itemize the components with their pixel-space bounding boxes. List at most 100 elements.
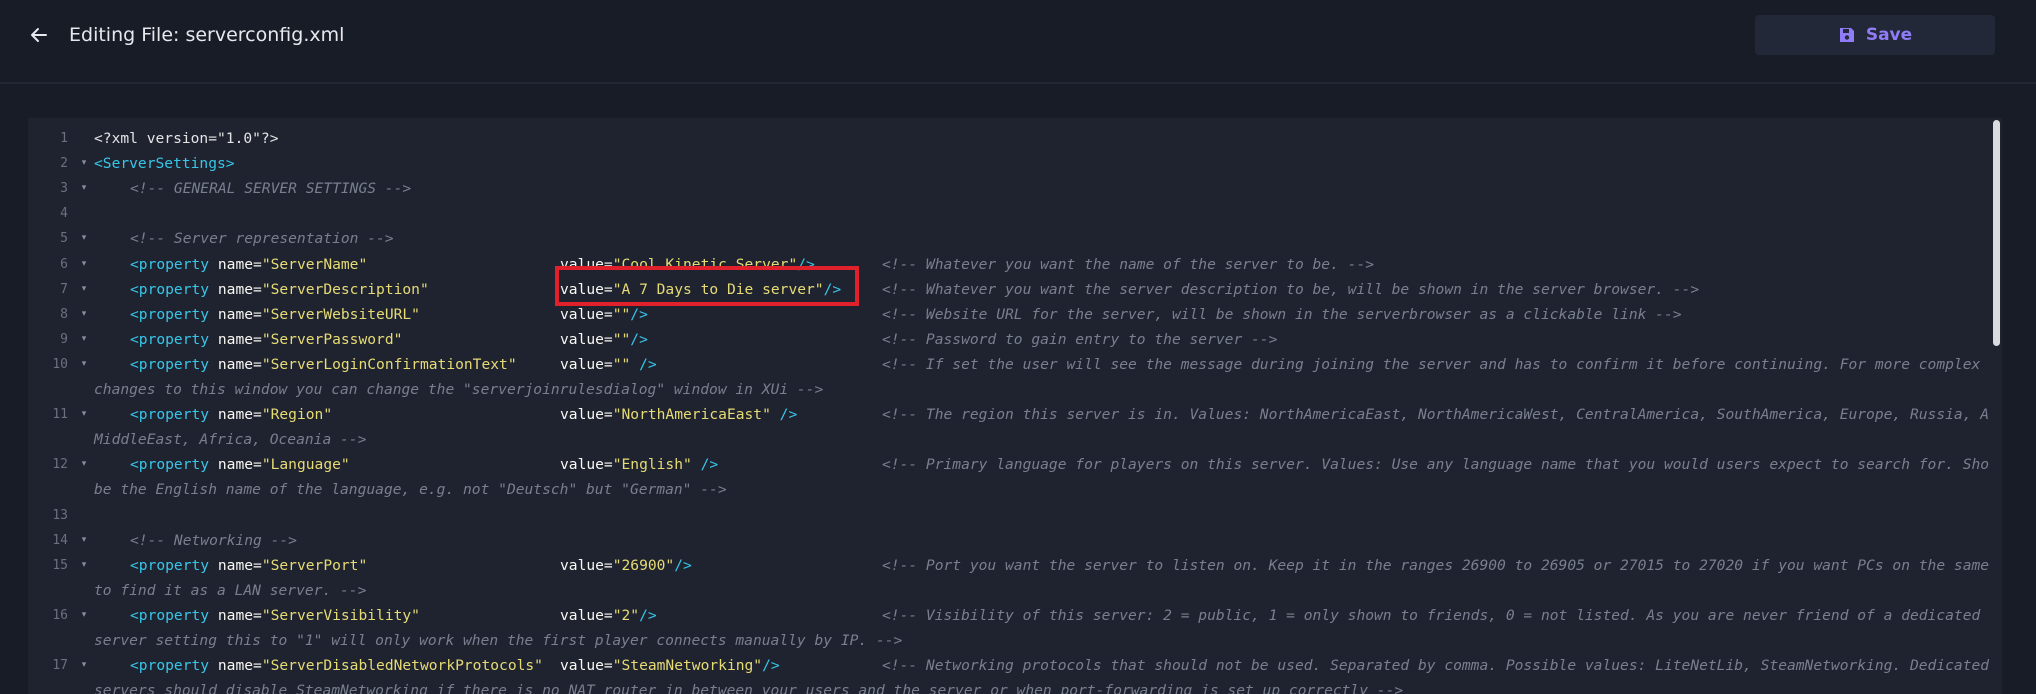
arrow-left-icon	[31, 28, 47, 42]
code-line[interactable]: <!-- Whatever you want the name of the s…	[882, 252, 1374, 277]
line-number: 16	[52, 607, 68, 623]
code-line[interactable]: value="NorthAmericaEast" />	[560, 402, 797, 427]
fold-toggle-icon[interactable]: ▾	[78, 302, 90, 327]
xml-comment: <!-- Networking -->	[130, 531, 297, 549]
xml-attribute-value: "ServerPort"	[261, 556, 368, 574]
xml-comment: <!-- Whatever you want the server descri…	[882, 280, 1700, 298]
xml-comment: <!-- Server representation -->	[130, 230, 394, 248]
xml-comment: <!-- The region this server is in. Value…	[882, 406, 2002, 424]
code-line[interactable]: <!-- Visibility of this server: 2 = publ…	[882, 603, 1980, 628]
code-line[interactable]: value="2"/>	[560, 603, 657, 628]
fold-toggle-icon[interactable]: ▾	[78, 553, 90, 578]
code-line[interactable]: <property name="ServerDescription"	[130, 277, 429, 302]
fold-toggle-icon[interactable]: ▾	[78, 277, 90, 302]
code-content[interactable]: <?xml version="1.0"?> <ServerSettings> <!-…	[94, 118, 2002, 694]
scrollbar-thumb[interactable]	[1993, 120, 2000, 346]
xml-comment: <!-- Visibility of this server: 2 = publ…	[882, 606, 1981, 624]
code-line[interactable]: <!-- Password to gain entry to the serve…	[882, 327, 1277, 352]
xml-tag-close: />	[691, 456, 719, 474]
page-title: Editing File: serverconfig.xml	[69, 24, 345, 46]
code-line[interactable]: value="26900"/>	[560, 553, 692, 578]
fold-toggle-icon[interactable]: ▾	[78, 327, 90, 352]
code-line[interactable]: <property name="ServerName"	[130, 252, 367, 277]
xml-attribute-value: ""	[612, 330, 631, 348]
vertical-scrollbar[interactable]	[1990, 118, 2002, 694]
xml-tag-close: />	[630, 355, 657, 373]
xml-attribute-value: "ServerWebsiteURL"	[261, 305, 420, 323]
code-line[interactable]: servers should disable SteamNetworking i…	[94, 678, 1403, 694]
line-number: 4	[60, 206, 68, 222]
xml-comment: <!-- Port you want the server to listen …	[882, 556, 2002, 574]
code-line[interactable]: value=""/>	[560, 327, 648, 352]
code-line[interactable]: <property name="ServerWebsiteURL"	[130, 302, 420, 327]
code-line[interactable]: value="" />	[560, 352, 657, 377]
xml-attribute-value: "ServerName"	[261, 255, 368, 273]
fold-toggle-icon[interactable]: ▾	[78, 252, 90, 277]
code-line[interactable]: to find it as a LAN server. -->	[94, 578, 366, 603]
line-number: 13	[52, 507, 68, 523]
xml-tag-close: />	[630, 305, 648, 323]
fold-toggle-icon[interactable]: ▾	[78, 151, 90, 176]
code-line[interactable]: value="SteamNetworking"/>	[560, 653, 780, 678]
fold-toggle-icon[interactable]: ▾	[78, 402, 90, 427]
xml-attribute-value: "ServerDisabledNetworkProtocols"	[261, 657, 543, 675]
code-line[interactable]: <property name="ServerVisibility"	[130, 603, 420, 628]
code-line[interactable]: be the English name of the language, e.g…	[94, 477, 727, 502]
fold-toggle-icon[interactable]: ▾	[78, 653, 90, 678]
fold-toggle-icon[interactable]: ▾	[78, 176, 90, 201]
line-number: 6	[60, 256, 68, 272]
code-line[interactable]: <property name="Region"	[130, 402, 332, 427]
xml-attribute-value: "2"	[612, 606, 640, 624]
code-line[interactable]: value="English" />	[560, 452, 718, 477]
xml-attribute: name=	[217, 456, 262, 474]
code-line[interactable]: <property name="ServerLoginConfirmationT…	[130, 352, 517, 377]
xml-tag-close: />	[639, 606, 657, 624]
fold-toggle-icon[interactable]: ▾	[78, 603, 90, 628]
code-line[interactable]: <property name="Language"	[130, 452, 350, 477]
code-line[interactable]: <property name="ServerPassword"	[130, 327, 402, 352]
code-line[interactable]: <!-- Whatever you want the server descri…	[882, 277, 1699, 302]
xml-attribute-value: "SteamNetworking"	[612, 657, 763, 675]
xml-comment: <!-- Primary language for players on thi…	[882, 456, 2002, 474]
xml-tag: <ServerSettings>	[94, 155, 235, 173]
code-line[interactable]: <?xml version="1.0"?>	[94, 126, 279, 151]
code-line[interactable]: <!-- Primary language for players on thi…	[882, 452, 2002, 477]
code-line[interactable]: <!-- Networking protocols that should no…	[882, 653, 1989, 678]
code-line[interactable]: changes to this window you can change th…	[94, 377, 823, 402]
save-button-label: Save	[1865, 25, 1913, 45]
code-line[interactable]: <!-- The region this server is in. Value…	[882, 402, 2002, 427]
code-line[interactable]: <property name="ServerPort"	[130, 553, 367, 578]
fold-toggle-icon[interactable]: ▾	[78, 352, 90, 377]
xml-comment-wrapped: MiddleEast, Africa, Oceania -->	[94, 431, 367, 449]
xml-attribute: name=	[217, 305, 262, 323]
xml-attribute: name=	[217, 556, 262, 574]
xml-attribute-value: "English"	[612, 456, 692, 474]
xml-attribute: value=	[560, 406, 613, 424]
code-line[interactable]: <!-- If set the user will see the messag…	[882, 352, 1980, 377]
line-number: 1	[60, 131, 68, 146]
fold-toggle-icon[interactable]: ▾	[78, 452, 90, 477]
back-button[interactable]	[24, 20, 54, 50]
xml-tag-close: />	[674, 556, 692, 574]
xml-tag: <property	[130, 456, 210, 474]
xml-attribute: value=	[560, 355, 613, 373]
code-line[interactable]: <!-- Networking -->	[130, 528, 297, 553]
code-line[interactable]: <ServerSettings>	[94, 151, 235, 176]
xml-comment-wrapped: be the English name of the language, e.g…	[94, 481, 727, 499]
code-line[interactable]: <!-- Server representation -->	[130, 226, 394, 251]
xml-tag: <property	[130, 305, 210, 323]
code-line[interactable]: <property name="ServerDisabledNetworkPro…	[130, 653, 543, 678]
xml-comment: <!-- If set the user will see the messag…	[882, 355, 1981, 373]
code-line[interactable]: <!-- Port you want the server to listen …	[882, 553, 2002, 578]
line-number: 17	[52, 658, 68, 674]
save-button[interactable]: Save	[1755, 15, 1995, 55]
xml-attribute-value: "ServerVisibility"	[261, 606, 420, 624]
code-line[interactable]: <!-- Website URL for the server, will be…	[882, 302, 1682, 327]
fold-toggle-icon[interactable]: ▾	[78, 226, 90, 251]
code-line[interactable]: <!-- GENERAL SERVER SETTINGS -->	[130, 176, 411, 201]
code-line[interactable]: MiddleEast, Africa, Oceania -->	[94, 427, 366, 452]
xml-comment-wrapped: changes to this window you can change th…	[94, 381, 824, 398]
fold-toggle-icon[interactable]: ▾	[78, 528, 90, 553]
code-line[interactable]: server setting this to "1" will only wor…	[94, 628, 902, 653]
code-editor[interactable]: 1 2 ▾ 3 ▾ 4 5 ▾ 6 ▾ 7 ▾ 8 ▾ 9 ▾ 10 ▾ 11 ▾ 12 ▾ 13 14 ▾ 15 ▾ 16 ▾ 17 ▾ …	[28, 118, 2002, 694]
